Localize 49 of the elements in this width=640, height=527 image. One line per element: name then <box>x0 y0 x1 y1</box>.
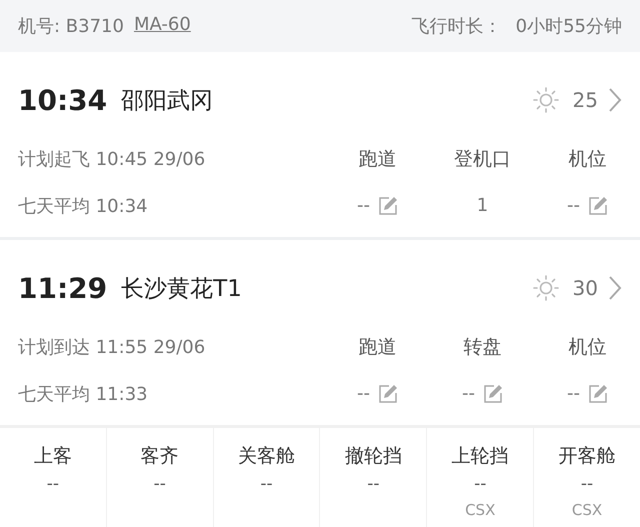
milestone-label: 开客舱 <box>558 444 616 469</box>
field-value: -- <box>567 383 580 404</box>
scheduled-time: 计划起飞 10:45 29/06 <box>18 148 206 170</box>
scheduled-time: 计划到达 11:55 29/06 <box>18 336 206 358</box>
aircraft-number: 机号: B3710 <box>18 15 124 38</box>
sun-icon <box>532 87 559 113</box>
station-code: CSX <box>572 500 602 521</box>
sun-icon <box>532 275 559 301</box>
field-value: 1 <box>476 195 488 216</box>
field-label: 机位 <box>568 334 608 360</box>
milestone-value: -- <box>474 473 486 496</box>
flight-time: 10:34 <box>18 84 108 116</box>
chevron-right-icon[interactable] <box>608 275 622 301</box>
field-label: 转盘 <box>462 334 502 360</box>
aircraft-model-link[interactable]: MA-60 <box>134 14 191 38</box>
milestone-value: -- <box>580 473 594 496</box>
edit-icon[interactable] <box>588 384 608 404</box>
field-value: -- <box>462 383 475 404</box>
flight-duration: 0小时55分钟 <box>516 15 622 38</box>
milestone-label: 撤轮挡 <box>344 444 402 469</box>
edit-icon[interactable] <box>378 196 398 216</box>
milestone-value: -- <box>46 473 60 496</box>
edit-icon[interactable] <box>588 196 608 216</box>
airport-name: 长沙黄花T1 <box>121 274 242 304</box>
flight-time: 11:29 <box>18 272 108 304</box>
edit-icon[interactable] <box>378 384 398 404</box>
field-label: 跑道 <box>358 334 398 360</box>
seven-day-average: 七天平均 11:33 <box>18 382 149 406</box>
airport-name: 邵阳武冈 <box>121 86 214 116</box>
temperature: 25 <box>572 88 598 112</box>
temperature: 30 <box>572 276 598 300</box>
chevron-right-icon[interactable] <box>608 87 622 113</box>
field-label: 跑道 <box>358 146 398 172</box>
field-label: 登机口 <box>453 146 512 172</box>
seven-day-average: 七天平均 10:34 <box>18 194 149 218</box>
milestone-value: -- <box>367 473 380 496</box>
field-label: 机位 <box>568 146 608 172</box>
milestone-value: -- <box>154 473 166 496</box>
milestone-value: -- <box>260 473 273 496</box>
milestone-label: 关客舱 <box>238 444 296 469</box>
milestone-label: 上客 <box>34 444 72 469</box>
duration-label: 飞行时长： <box>412 15 502 38</box>
milestone-label: 客齐 <box>140 444 179 469</box>
field-value: -- <box>357 195 370 216</box>
field-value: -- <box>567 195 580 216</box>
station-code: CSX <box>465 500 496 521</box>
edit-icon[interactable] <box>483 384 503 404</box>
field-value: -- <box>357 383 370 404</box>
milestone-label: 上轮挡 <box>452 444 509 469</box>
